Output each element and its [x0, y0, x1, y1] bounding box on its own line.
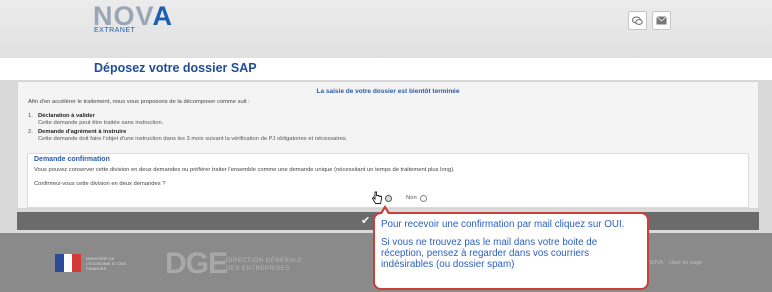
- header-actions: [628, 11, 671, 30]
- step-item: 1. Déclaration à valider Cette demande p…: [28, 113, 347, 127]
- mail-button[interactable]: [652, 11, 671, 30]
- chat-icon: [632, 16, 643, 25]
- submit-check-icon[interactable]: ✔: [361, 214, 370, 227]
- footer-link-nova[interactable]: NOVA: [648, 260, 663, 266]
- intro-text: Afin d'en accélérer le traitement, nous …: [28, 99, 250, 105]
- step-item: 2. Demande d'agrément à instruire Cette …: [28, 129, 347, 143]
- section-heading: La saisie de votre dossier est bientôt t…: [316, 88, 460, 95]
- no-radio[interactable]: [419, 195, 427, 202]
- hand-cursor-icon: [371, 191, 382, 204]
- step-description: Cette demande peut être traitée sans ins…: [38, 120, 164, 126]
- chat-button[interactable]: [628, 11, 647, 30]
- step-number: 2.: [28, 129, 33, 135]
- logo-accent: A: [152, 1, 174, 31]
- nova-logo[interactable]: NOVA EXTRANET: [93, 2, 173, 36]
- step-description: Cette demande doit faire l'objet d'une i…: [38, 136, 348, 142]
- steps-list: 1. Déclaration à valider Cette demande p…: [28, 113, 347, 145]
- confirmation-title: Demande confirmation: [34, 156, 110, 163]
- yes-radio[interactable]: [385, 195, 393, 202]
- footer-link-top[interactable]: Haut de page: [669, 260, 702, 266]
- callout-line-1: Pour recevoir une confirmation par mail …: [381, 219, 625, 230]
- step-title: Demande d'agrément à instruire: [38, 129, 127, 135]
- help-callout: Pour recevoir une confirmation par mail …: [373, 212, 649, 290]
- dge-line-1: DIRECTION GÉNÉRALE: [226, 258, 303, 264]
- logo-subtitle: EXTRANET: [94, 27, 136, 34]
- footer-links: NOVA Haut de page: [648, 260, 702, 266]
- dge-name: DIRECTION GÉNÉRALE DES ENTREPRISES: [226, 257, 302, 273]
- dge-logo: DGE: [165, 247, 228, 280]
- ministry-label: MINISTÈRE DE L'ÉCONOMIE ET DES FINANCES: [86, 256, 127, 271]
- dge-line-2: DES ENTREPRISES: [226, 266, 290, 272]
- no-label[interactable]: Non: [406, 195, 417, 202]
- callout-line-2: Si vous ne trouvez pas le mail dans votr…: [381, 237, 598, 270]
- form-panel: La saisie de votre dossier est bientôt t…: [17, 81, 759, 209]
- step-title: Déclaration à valider: [38, 113, 95, 119]
- confirmation-text: Vous pouvez conserver cette division en …: [34, 167, 455, 173]
- mail-icon: [656, 16, 667, 25]
- page-title: Déposez votre dossier SAP: [94, 61, 257, 75]
- confirmation-question: Confirmez-vous cette division en deux de…: [34, 181, 166, 187]
- step-number: 1.: [28, 113, 33, 119]
- french-flag-logo: [55, 254, 82, 272]
- confirmation-box: Demande confirmation Vous pouvez conserv…: [27, 153, 749, 208]
- title-bar: Déposez votre dossier SAP: [0, 58, 772, 80]
